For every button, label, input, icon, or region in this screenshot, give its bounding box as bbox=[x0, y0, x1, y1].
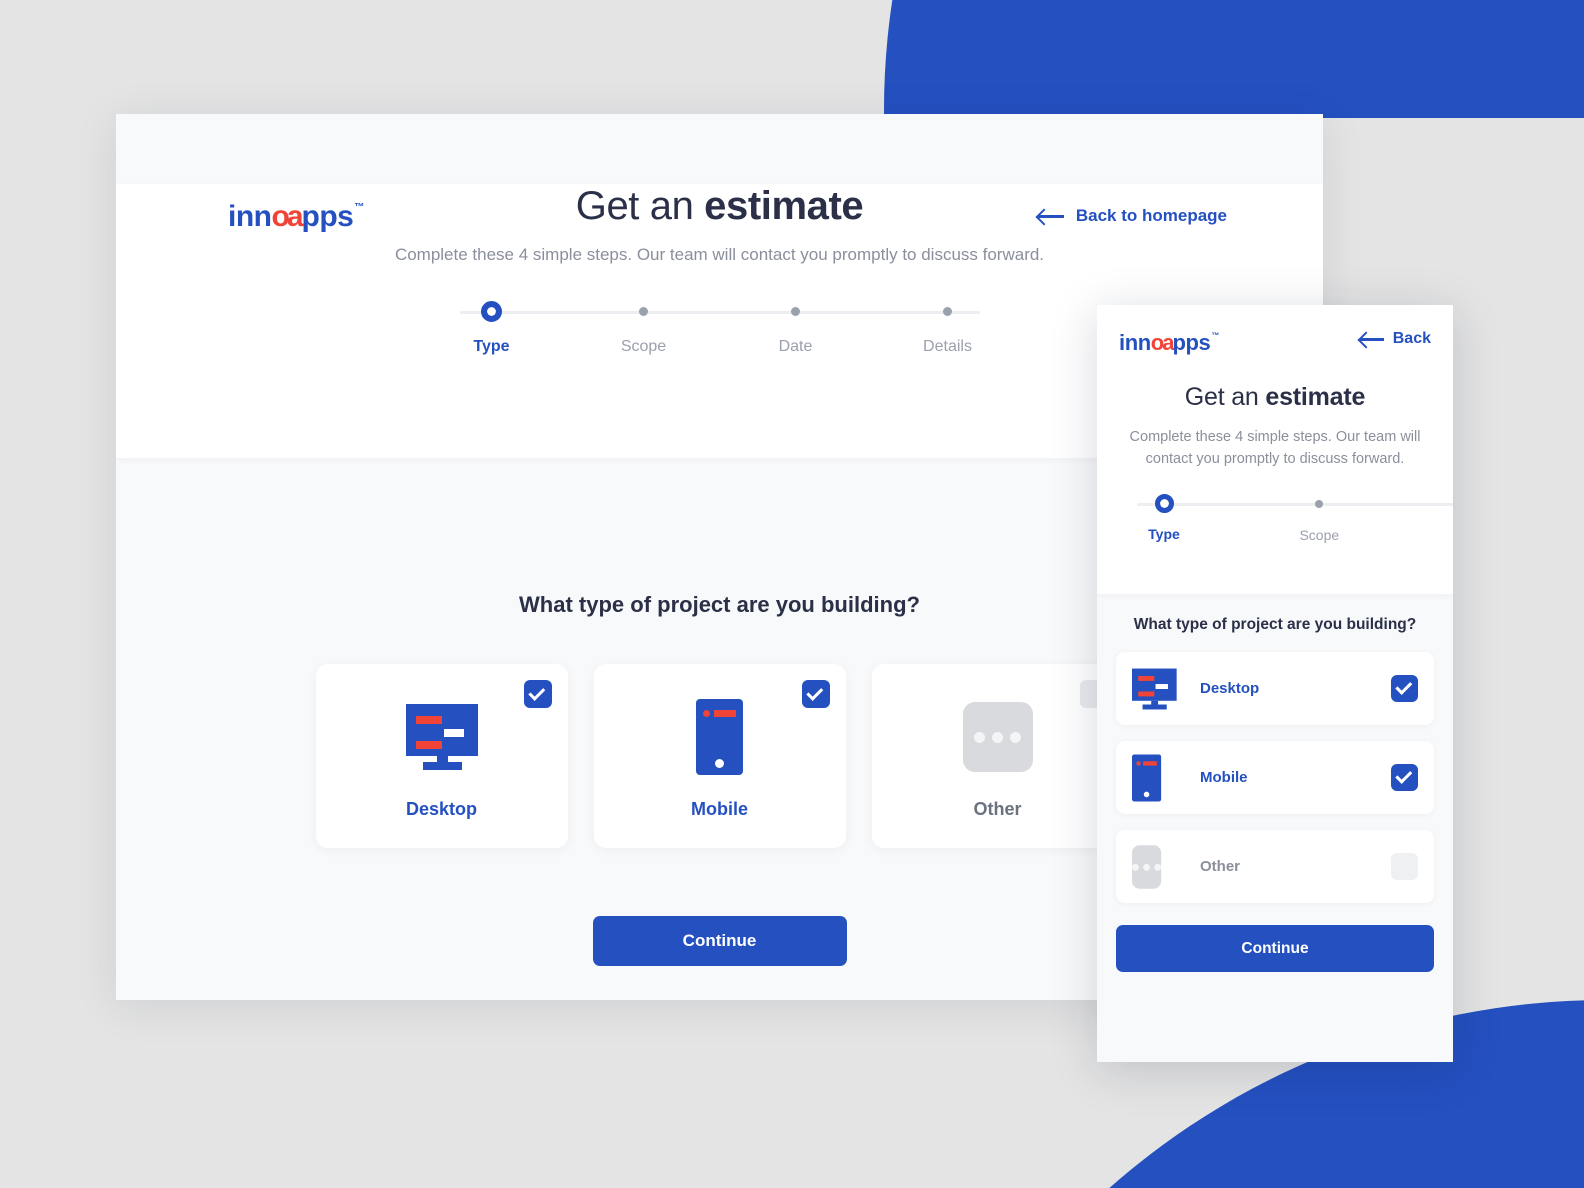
page-title-bold: estimate bbox=[704, 184, 864, 228]
mobile-continue-button[interactable]: Continue bbox=[1116, 925, 1434, 972]
stepper-step-date[interactable]: Date bbox=[756, 301, 836, 356]
logo-part-1: inn bbox=[228, 200, 272, 233]
mobile-page-title-light: Get an bbox=[1184, 383, 1266, 411]
mobile-innoapps-logo[interactable]: inn oa pps ™ bbox=[1119, 332, 1219, 354]
page-title-light: Get an bbox=[575, 184, 705, 228]
logo-trademark: ™ bbox=[354, 202, 364, 213]
stepper-dot-active-icon bbox=[1154, 494, 1174, 513]
mobile-option-label-other: Other bbox=[1200, 858, 1241, 875]
stepper-step-type[interactable]: Type bbox=[452, 301, 532, 356]
mobile-question-heading: What type of project are you building? bbox=[1133, 616, 1417, 633]
arrow-left-icon bbox=[1037, 209, 1064, 223]
mobile-back-link[interactable]: Back bbox=[1359, 330, 1431, 348]
mobile-option-label-desktop: Desktop bbox=[1200, 680, 1260, 697]
logo-part-3: pps bbox=[1172, 330, 1211, 355]
stepper-dot-icon bbox=[943, 307, 952, 316]
mobile-progress-stepper: Type Scope Date Details bbox=[1129, 494, 1453, 543]
mobile-stepper-step-type[interactable]: Type bbox=[1129, 494, 1199, 543]
option-card-other[interactable]: Other bbox=[871, 664, 1124, 848]
option-label-other: Other bbox=[973, 799, 1022, 819]
logo-trademark: ™ bbox=[1211, 331, 1220, 340]
mobile-stepper-step-date[interactable]: Date bbox=[1440, 494, 1453, 543]
logo-part-1: inn bbox=[1119, 330, 1151, 355]
mobile-phone-icon bbox=[1132, 753, 1162, 802]
desktop-monitor-icon bbox=[1132, 668, 1177, 709]
back-to-homepage-link[interactable]: Back to homepage bbox=[1037, 206, 1227, 226]
check-icon bbox=[1395, 677, 1413, 695]
mobile-option-row-desktop[interactable]: Desktop bbox=[1116, 652, 1434, 725]
desktop-monitor-icon bbox=[405, 704, 478, 770]
logo-part-2: oa bbox=[271, 200, 304, 233]
arrow-left-icon bbox=[1359, 332, 1384, 346]
mobile-checkbox-desktop[interactable] bbox=[1391, 675, 1418, 702]
progress-stepper: Type Scope Date Details bbox=[452, 301, 988, 356]
stepper-dot-icon bbox=[639, 307, 648, 316]
mobile-header: inn oa pps ™ Back Get an estimate Complete … bbox=[1097, 305, 1453, 594]
background-blue-shape-top bbox=[884, 0, 1584, 118]
mobile-checkbox-mobile[interactable] bbox=[1391, 764, 1418, 791]
mobile-stepper-step-scope[interactable]: Scope bbox=[1284, 494, 1354, 543]
option-label-mobile: Mobile bbox=[691, 799, 748, 819]
stepper-label-date: Date bbox=[778, 338, 813, 355]
ellipsis-other-icon bbox=[962, 702, 1033, 772]
option-card-mobile[interactable]: Mobile bbox=[593, 664, 846, 848]
mobile-stepper-label-scope: Scope bbox=[1299, 527, 1340, 543]
mobile-body: What type of project are you building? D… bbox=[1097, 594, 1453, 903]
stepper-step-scope[interactable]: Scope bbox=[604, 301, 684, 356]
back-to-homepage-label: Back to homepage bbox=[1075, 206, 1227, 225]
mobile-checkbox-other[interactable] bbox=[1391, 853, 1418, 880]
mobile-stepper-label-type: Type bbox=[1148, 526, 1180, 542]
stepper-label-type: Type bbox=[473, 338, 510, 355]
check-icon bbox=[1395, 766, 1413, 784]
ellipsis-other-icon bbox=[1132, 844, 1162, 889]
mobile-page-title: Get an estimate bbox=[1119, 383, 1431, 412]
stepper-step-details[interactable]: Details bbox=[908, 301, 988, 356]
logo-part-2: oa bbox=[1150, 330, 1175, 355]
mobile-page-title-bold: estimate bbox=[1265, 383, 1366, 411]
continue-button[interactable]: Continue bbox=[592, 916, 847, 966]
mobile-back-label: Back bbox=[1392, 330, 1431, 347]
stepper-label-details: Details bbox=[923, 338, 972, 355]
mobile-option-row-other[interactable]: Other bbox=[1116, 830, 1434, 903]
mobile-option-label-mobile: Mobile bbox=[1200, 769, 1248, 786]
stepper-label-scope: Scope bbox=[620, 338, 667, 355]
stepper-dot-active-icon bbox=[481, 301, 502, 322]
stepper-dot-icon bbox=[1315, 500, 1324, 508]
option-label-desktop: Desktop bbox=[405, 799, 477, 819]
option-card-desktop[interactable]: Desktop bbox=[315, 664, 568, 848]
innoapps-logo[interactable]: inn oa pps ™ bbox=[228, 202, 364, 232]
stepper-dot-icon bbox=[791, 307, 800, 316]
mobile-phone-icon bbox=[696, 699, 743, 775]
mobile-page-subtitle: Complete these 4 simple steps. Our team … bbox=[1129, 429, 1421, 467]
mobile-mockup-panel: inn oa pps ™ Back Get an estimate Complete … bbox=[1097, 305, 1453, 1062]
logo-part-3: pps bbox=[301, 200, 354, 233]
page-subtitle: Complete these 4 simple steps. Our team … bbox=[394, 245, 1045, 264]
mobile-option-row-mobile[interactable]: Mobile bbox=[1116, 741, 1434, 814]
